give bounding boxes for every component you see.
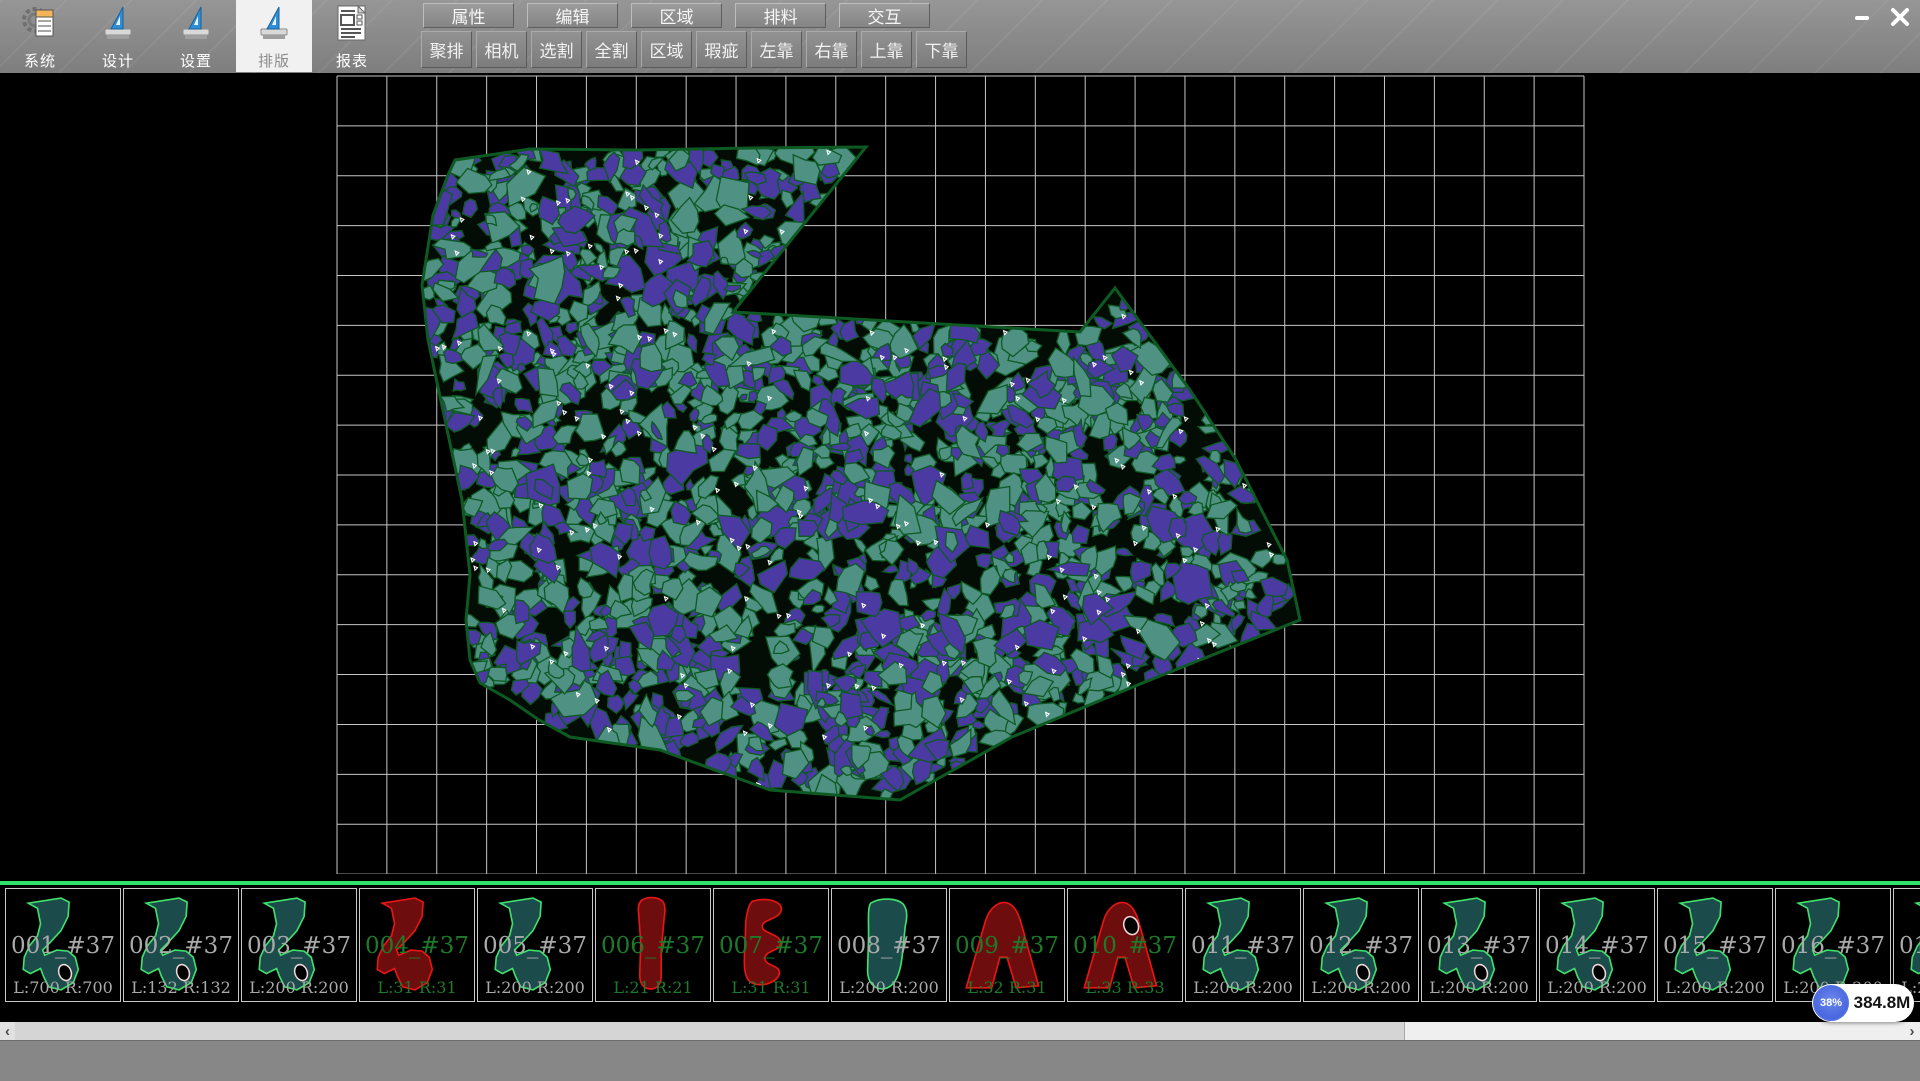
status-bar [0, 1040, 1920, 1081]
piece-name: 007_#37 [714, 933, 828, 959]
horizontal-scrollbar[interactable]: ‹ › [0, 1022, 1920, 1040]
nav-label: 系统 [24, 50, 56, 71]
piece-name: 008_#37 [832, 933, 946, 959]
design-ruler-icon [98, 3, 138, 48]
piece-thumbnail[interactable]: 015_#37 L:200 R:200 [1657, 888, 1773, 1002]
piece-name: 012_#37 [1304, 933, 1418, 959]
piece-thumbnail[interactable]: 002_#37 L:132 R:132 [123, 888, 239, 1002]
toolbar-button[interactable]: 聚排 [421, 31, 472, 68]
nesting-layout-drawing [0, 73, 1920, 884]
menu-row: 属性编辑区域排料交互 [423, 3, 930, 28]
piece-lr-count: L:132 R:132 [124, 978, 238, 997]
minimize-icon [1853, 8, 1871, 26]
piece-name: 009_#37 [950, 933, 1064, 959]
toolbar-button[interactable]: 瑕疵 [696, 31, 747, 68]
nav-button-settings-ruler[interactable]: 设置 [158, 0, 234, 72]
memory-value: 384.8M [1852, 984, 1912, 1022]
piece-lr-count: L:200 R:200 [832, 978, 946, 997]
piece-lr-count: L:200 R:200 [242, 978, 356, 997]
piece-thumbnail[interactable]: 001_#37 L:700 R:700 [5, 888, 121, 1002]
piece-thumbnail[interactable]: 012_#37 L:200 R:200 [1303, 888, 1419, 1002]
piece-lr-count: L:200 R:200 [1422, 978, 1536, 997]
nav-label: 报表 [336, 50, 368, 71]
piece-thumbnail-strip: 001_#37 L:700 R:700002_#37 L:132 R:132003_… [0, 874, 1920, 1022]
menu-button[interactable]: 区域 [631, 3, 722, 28]
piece-lr-count: L:200 R:200 [1658, 978, 1772, 997]
piece-lr-count: L:31 R:31 [360, 978, 474, 997]
piece-name: 002_#37 [124, 933, 238, 959]
piece-name: 004_#37 [360, 933, 474, 959]
piece-lr-count: L:32 R:31 [950, 978, 1064, 997]
piece-lr-count: L:700 R:700 [6, 978, 120, 997]
strip-accent-line [0, 881, 1920, 885]
piece-name: 003_#37 [242, 933, 356, 959]
piece-lr-count: L:200 R:200 [478, 978, 592, 997]
nav-label: 排版 [258, 50, 290, 71]
piece-name: 017_#37 [1894, 933, 1920, 959]
nav-label: 设置 [180, 50, 212, 71]
piece-lr-count: L:200 R:200 [1540, 978, 1654, 997]
toolbar-button[interactable]: 区域 [641, 31, 692, 68]
close-button[interactable] [1884, 4, 1916, 30]
piece-thumbnail[interactable]: 008_#37 L:200 R:200 [831, 888, 947, 1002]
nesting-ruler-icon [254, 3, 294, 48]
piece-thumbnail[interactable]: 011_#37 L:200 R:200 [1185, 888, 1301, 1002]
scroll-right-arrow-icon[interactable]: › [1904, 1022, 1920, 1040]
piece-thumbnail[interactable]: 014_#37 L:200 R:200 [1539, 888, 1655, 1002]
menu-button[interactable]: 编辑 [527, 3, 618, 28]
system-gear-icon [20, 3, 60, 48]
toolbar-button[interactable]: 右靠 [806, 31, 857, 68]
piece-name: 014_#37 [1540, 933, 1654, 959]
window-controls [1846, 4, 1916, 30]
nav-button-nesting-ruler[interactable]: 排版 [236, 0, 312, 72]
toolbar-button[interactable]: 上靠 [861, 31, 912, 68]
toolbar-button[interactable]: 全割 [586, 31, 637, 68]
piece-thumbnail[interactable]: 010_#37 L:33 R:33 [1067, 888, 1183, 1002]
main-nav: 系统 设计 设置 排版 报表 [2, 0, 390, 72]
piece-thumbnail[interactable]: 007_#37 L:31 R:31 [713, 888, 829, 1002]
usage-percent-indicator: 38% [1813, 985, 1849, 1021]
piece-thumbnail[interactable]: 004_#37 L:31 R:31 [359, 888, 475, 1002]
piece-name: 006_#37 [596, 933, 710, 959]
report-document-icon [332, 3, 372, 48]
settings-ruler-icon [176, 3, 216, 48]
piece-thumbnail[interactable]: 003_#37 L:200 R:200 [241, 888, 357, 1002]
menu-button[interactable]: 属性 [423, 3, 514, 28]
nav-button-report-document[interactable]: 报表 [314, 0, 390, 72]
scrollbar-thumb[interactable] [15, 1022, 1405, 1040]
piece-name: 011_#37 [1186, 933, 1300, 959]
piece-thumbnail[interactable]: 006_#37 L:21 R:21 [595, 888, 711, 1002]
piece-name: 015_#37 [1658, 933, 1772, 959]
toolbar-button[interactable]: 左靠 [751, 31, 802, 68]
nesting-canvas[interactable] [0, 73, 1920, 884]
minimize-button[interactable] [1846, 4, 1878, 30]
piece-name: 016_#37 [1776, 933, 1890, 959]
piece-name: 001_#37 [6, 933, 120, 959]
toolbar-button[interactable]: 相机 [476, 31, 527, 68]
piece-lr-count: L:200 R:200 [1186, 978, 1300, 997]
title-bar: 系统设计设置排版报表 属性编辑区域排料交互 聚排相机选割全割区域瑕疵左靠右靠上靠… [0, 0, 1920, 74]
close-icon [1890, 7, 1910, 27]
piece-thumbnail[interactable]: 009_#37 L:32 R:31 [949, 888, 1065, 1002]
toolbar-button[interactable]: 下靠 [916, 31, 967, 68]
thumbnail-row: 001_#37 L:700 R:700002_#37 L:132 R:132003_… [5, 888, 1920, 1002]
tool-row: 聚排相机选割全割区域瑕疵左靠右靠上靠下靠 [421, 31, 967, 68]
nav-label: 设计 [102, 50, 134, 71]
piece-lr-count: L:21 R:21 [596, 978, 710, 997]
piece-thumbnail[interactable]: 005_#37 L:200 R:200 [477, 888, 593, 1002]
piece-lr-count: L:31 R:31 [714, 978, 828, 997]
toolbar-button[interactable]: 选割 [531, 31, 582, 68]
menu-button[interactable]: 排料 [735, 3, 826, 28]
piece-name: 010_#37 [1068, 933, 1182, 959]
piece-lr-count: L:200 R:200 [1304, 978, 1418, 997]
memory-usage-badge[interactable]: 38% 384.8M [1812, 984, 1914, 1022]
nav-button-system-gear[interactable]: 系统 [2, 0, 78, 72]
nav-button-design-ruler[interactable]: 设计 [80, 0, 156, 72]
piece-thumbnail[interactable]: 013_#37 L:200 R:200 [1421, 888, 1537, 1002]
scroll-left-arrow-icon[interactable]: ‹ [0, 1022, 15, 1040]
menu-button[interactable]: 交互 [839, 3, 930, 28]
piece-name: 013_#37 [1422, 933, 1536, 959]
piece-name: 005_#37 [478, 933, 592, 959]
piece-lr-count: L:33 R:33 [1068, 978, 1182, 997]
